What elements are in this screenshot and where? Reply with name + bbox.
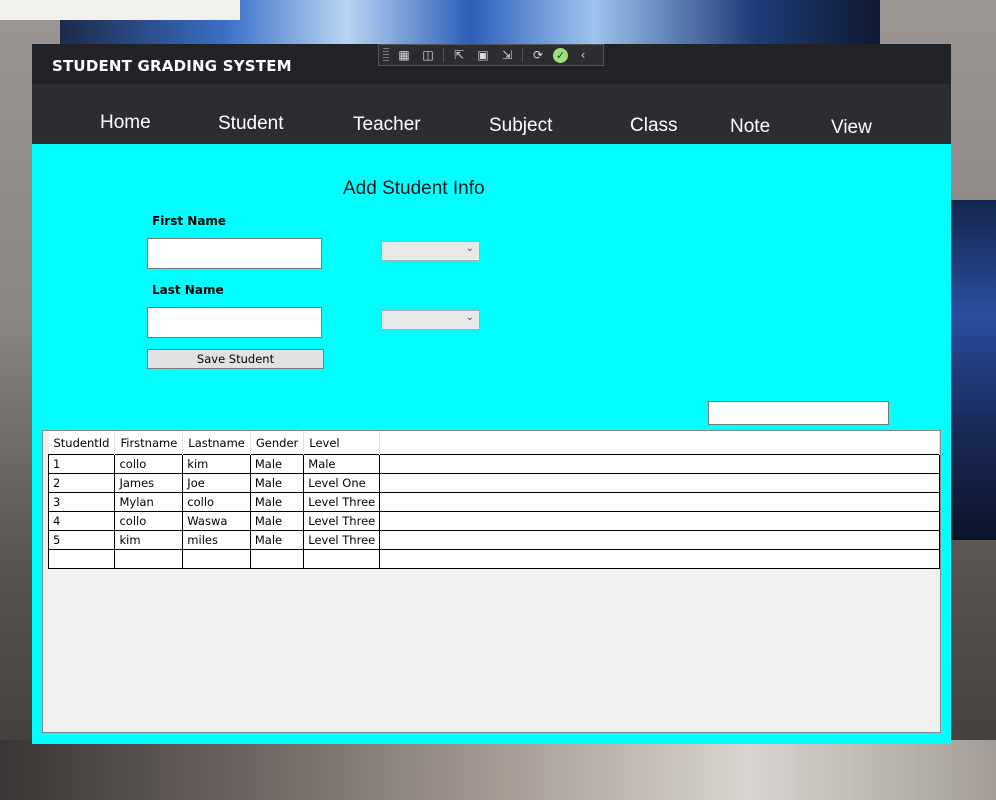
cell-gender[interactable] [249,549,305,569]
background-lamp [0,0,240,20]
table-row-new[interactable] [47,549,940,569]
nav-item-home[interactable]: Home [100,112,151,134]
nav-item-teacher[interactable]: Teacher [353,114,421,136]
cell-firstname[interactable]: Mylan [114,492,184,512]
last-name-field[interactable] [147,307,322,338]
toolbar-separator [443,48,444,62]
cell-firstname[interactable]: collo [114,511,184,531]
live-visual-tree-icon[interactable]: ▦ [395,47,413,63]
cell-lastname[interactable]: collo [182,492,251,512]
save-student-button[interactable]: Save Student [147,349,324,369]
table-header-row: StudentId Firstname Lastname Gender Leve… [48,431,940,455]
column-header-studentid[interactable]: StudentId [48,431,116,455]
chevron-down-icon: ⌄ [465,243,474,254]
first-name-label: First Name [152,214,227,228]
cell-studentid[interactable]: 2 [47,473,116,493]
chevron-down-icon: ⌄ [465,312,474,323]
nav-item-subject[interactable]: Subject [489,115,552,137]
search-input[interactable] [708,401,889,425]
column-header-level[interactable]: Level [303,431,381,455]
table-row[interactable]: 1 collo kim Male Male [47,454,940,474]
app-window: STUDENT GRADING SYSTEM ▦ ◫ ⇱ ▣ ⇲ ⟳ ✓ ‹ H… [32,44,951,744]
debug-toolbar: ▦ ◫ ⇱ ▣ ⇲ ⟳ ✓ ‹ [378,44,604,66]
cell-filler [379,530,940,550]
cell-level[interactable]: Male [303,454,381,474]
table-row[interactable]: 3 Mylan collo Male Level Three [47,492,940,512]
column-header-filler [379,431,940,455]
column-header-lastname[interactable]: Lastname [182,431,251,455]
title-bar: STUDENT GRADING SYSTEM ▦ ◫ ⇱ ▣ ⇲ ⟳ ✓ ‹ [32,44,951,84]
cell-firstname[interactable]: James [114,473,184,493]
check-icon[interactable]: ✓ [553,47,568,63]
app-title: STUDENT GRADING SYSTEM [52,57,292,75]
cell-gender[interactable]: Male [249,492,305,512]
cell-filler [379,454,940,474]
background-screen [946,200,996,540]
cell-lastname[interactable]: kim [182,454,251,474]
cell-level[interactable]: Level Three [303,530,381,550]
display-layout-adorners-icon[interactable]: ▣ [474,47,492,63]
cell-firstname[interactable]: collo [114,454,184,474]
table-row[interactable]: 5 kim miles Male Level Three [47,530,940,550]
cell-level[interactable]: Level Three [303,511,381,531]
collapse-icon[interactable]: ‹ [574,47,592,63]
cell-firstname[interactable] [114,549,184,569]
students-datagrid[interactable]: StudentId Firstname Lastname Gender Leve… [42,430,941,733]
table-row[interactable]: 4 collo Waswa Male Level Three [47,511,940,531]
nav-item-student[interactable]: Student [218,113,284,135]
toolbar-grip[interactable] [383,48,389,62]
column-header-gender[interactable]: Gender [250,431,305,455]
cell-filler [379,511,940,531]
cell-gender[interactable]: Male [249,511,305,531]
nav-item-class[interactable]: Class [630,115,678,137]
first-name-field[interactable] [147,238,322,269]
background-desk [0,740,996,800]
cell-gender[interactable]: Male [249,473,305,493]
cell-level[interactable]: Level One [303,473,381,493]
hot-reload-icon[interactable]: ⟳ [529,47,547,63]
nav-item-view[interactable]: View [831,117,872,139]
level-combo[interactable]: ⌄ [381,310,480,330]
nav-item-note[interactable]: Note [730,116,770,138]
column-header-firstname[interactable]: Firstname [114,431,184,455]
cell-lastname[interactable] [182,549,251,569]
cell-level[interactable] [303,549,381,569]
record-icon[interactable]: ◫ [419,47,437,63]
cell-gender[interactable]: Male [249,454,305,474]
select-element-icon[interactable]: ⇱ [450,47,468,63]
last-name-label: Last Name [152,283,224,297]
gender-combo[interactable]: ⌄ [381,241,480,261]
form-title: Add Student Info [343,178,485,199]
cell-studentid[interactable]: 5 [47,530,116,550]
cell-level[interactable]: Level Three [303,492,381,512]
cell-studentid[interactable]: 4 [47,511,116,531]
nav-bar: Home Student Teacher Subject Class Note … [32,84,951,144]
toolbar-separator [522,48,523,62]
cell-filler [379,473,940,493]
students-table: StudentId Firstname Lastname Gender Leve… [47,431,940,569]
cell-studentid[interactable]: 3 [47,492,116,512]
cell-lastname[interactable]: Joe [182,473,251,493]
cell-filler [379,549,940,569]
track-focus-icon[interactable]: ⇲ [498,47,516,63]
cell-firstname[interactable]: kim [114,530,184,550]
cell-studentid[interactable] [47,549,116,569]
cell-filler [379,492,940,512]
cell-gender[interactable]: Male [249,530,305,550]
cell-studentid[interactable]: 1 [47,454,116,474]
cell-lastname[interactable]: Waswa [182,511,251,531]
table-row[interactable]: 2 James Joe Male Level One [47,473,940,493]
cell-lastname[interactable]: miles [182,530,251,550]
